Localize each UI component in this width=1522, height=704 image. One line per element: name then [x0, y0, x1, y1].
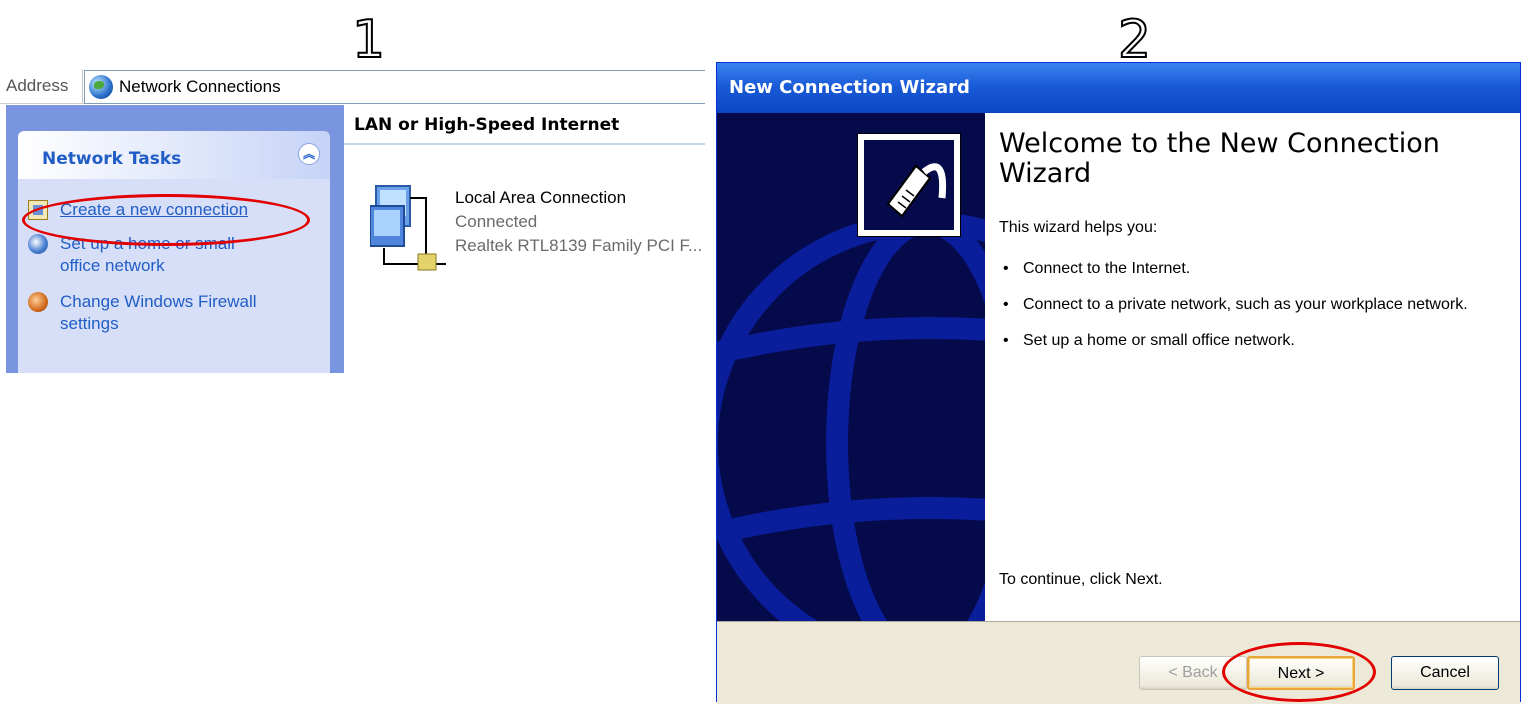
address-divider [82, 69, 83, 103]
connection-device: Realtek RTL8139 Family PCI F... [455, 236, 703, 255]
network-connections-window: Address Network Connections Network Task… [0, 69, 705, 373]
network-tasks-title: Network Tasks [42, 149, 182, 169]
step-number-1: 1 [351, 10, 386, 70]
step-number-2: 2 [1117, 10, 1152, 70]
wizard-side-graphic [717, 113, 985, 621]
list-item: Connect to the Internet. [999, 259, 1469, 279]
address-value: Network Connections [119, 77, 281, 96]
collapse-chevron-icon[interactable]: ︽ [298, 143, 320, 165]
wizard-button-bar: < Back Next > Cancel [717, 621, 1520, 704]
network-tasks-header[interactable]: Network Tasks ︽ [18, 131, 330, 179]
home-network-icon [28, 234, 48, 254]
wizard-intro: This wizard helps you: [999, 219, 1158, 236]
continue-instruction: To continue, click Next. [999, 571, 1163, 588]
task-label[interactable]: Change Windows Firewall settings [60, 291, 278, 335]
address-label: Address [6, 76, 69, 95]
local-area-connection[interactable]: Local Area Connection Connected Realtek … [455, 186, 702, 258]
wizard-content: Welcome to the New Connection Wizard Thi… [985, 113, 1520, 621]
cancel-button[interactable]: Cancel [1391, 656, 1499, 690]
wizard-heading: Welcome to the New Connection Wizard [999, 128, 1440, 189]
connection-name: Local Area Connection [455, 188, 627, 207]
list-item: Connect to a private network, such as yo… [999, 295, 1469, 315]
address-input[interactable]: Network Connections [84, 70, 705, 104]
highlight-circle [1222, 642, 1376, 702]
firewall-icon [28, 292, 48, 312]
title-bar[interactable]: New Connection Wizard [717, 63, 1520, 113]
group-title: LAN or High-Speed Internet [354, 115, 620, 135]
connection-status: Connected [455, 212, 538, 231]
highlight-circle [22, 194, 310, 246]
network-cable-icon [857, 133, 961, 237]
address-bar: Address Network Connections [0, 69, 705, 104]
task-change-firewall[interactable]: Change Windows Firewall settings [28, 291, 278, 335]
group-header: LAN or High-Speed Internet [344, 105, 705, 145]
new-connection-wizard-window: New Connection Wizard Welcome to the New… [716, 62, 1521, 704]
lan-connection-icon[interactable] [370, 184, 448, 274]
window-title: New Connection Wizard [729, 77, 970, 98]
wizard-bullet-list: Connect to the Internet. Connect to a pr… [999, 259, 1469, 367]
list-item: Set up a home or small office network. [999, 331, 1469, 351]
network-connections-icon [89, 75, 113, 99]
